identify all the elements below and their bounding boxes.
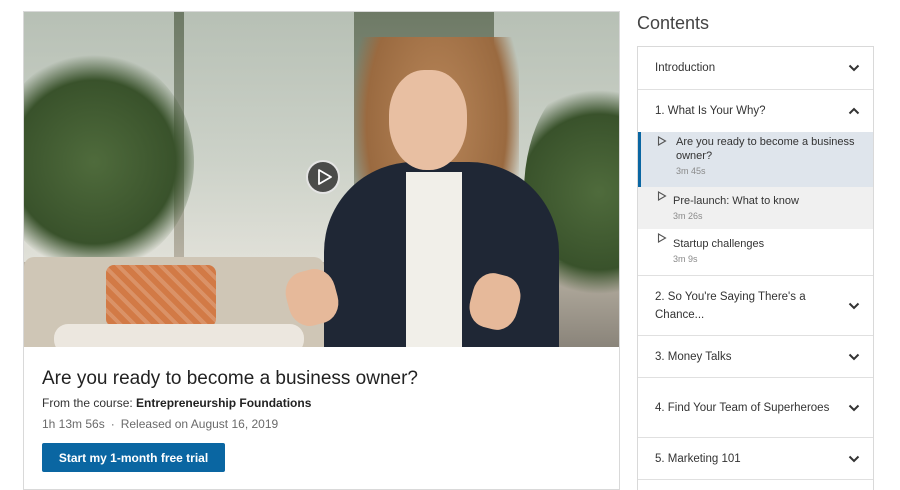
video-item-title: Pre-launch: What to know <box>673 195 799 207</box>
video-item[interactable]: Pre-launch: What to know 3m 26s <box>638 187 873 229</box>
video-title: Are you ready to become a business owner… <box>42 368 418 389</box>
chapter-1[interactable]: 1. What Is Your Why? <box>638 90 873 132</box>
video-item-title: Are you ready to become a business owner… <box>676 136 855 162</box>
chapter-label: 3. Money Talks <box>655 350 732 363</box>
chapter-label: 4. Find Your Team of Superheroes <box>655 401 830 414</box>
chevron-down-icon <box>848 455 860 462</box>
chapter-4[interactable]: 4. Find Your Team of Superheroes <box>638 378 873 438</box>
video-info: Are you ready to become a business owner… <box>42 367 602 431</box>
course-source: From the course: Entrepreneurship Founda… <box>42 396 602 410</box>
video-item-duration: 3m 26s <box>673 211 703 221</box>
chapter-label: 1. What Is Your Why? <box>655 105 766 117</box>
table-of-contents: Introduction 1. What Is Your Why? Are yo… <box>637 46 874 490</box>
meta-separator: · <box>110 417 115 431</box>
chapter-3[interactable]: 3. Money Talks <box>638 336 873 378</box>
video-player-card: Are you ready to become a business owner… <box>23 11 620 490</box>
background-table <box>54 324 304 347</box>
course-duration: 1h 13m 56s <box>42 417 105 431</box>
chevron-up-icon <box>848 107 860 115</box>
chevron-down-icon <box>848 353 860 360</box>
course-meta: 1h 13m 56s · Released on August 16, 2019 <box>42 417 602 431</box>
video-item-duration: 3m 45s <box>676 166 706 176</box>
chevron-down-icon <box>848 404 860 411</box>
chapter-label: 5. Marketing 101 <box>655 452 741 465</box>
video-item-active[interactable]: Are you ready to become a business owner… <box>638 132 873 187</box>
from-prefix: From the course: <box>42 396 133 410</box>
course-name: Entrepreneurship Foundations <box>136 396 312 410</box>
video-item-title: Startup challenges <box>673 238 765 250</box>
release-date: Released on August 16, 2019 <box>120 417 279 431</box>
play-outline-icon <box>657 233 667 243</box>
play-outline-icon <box>657 136 667 146</box>
chevron-down-icon <box>848 302 860 309</box>
chapter-5[interactable]: 5. Marketing 101 <box>638 438 873 480</box>
video-item[interactable]: Startup challenges 3m 9s <box>638 229 873 276</box>
presenter-shirt <box>406 172 462 347</box>
video-player[interactable] <box>24 12 619 347</box>
chapter-introduction[interactable]: Introduction <box>638 47 873 90</box>
start-free-trial-button[interactable]: Start my 1-month free trial <box>42 443 225 472</box>
background-pillow <box>106 265 216 327</box>
chapter-label: Introduction <box>655 62 716 74</box>
play-outline-icon <box>657 191 667 201</box>
chapter-2[interactable]: 2. So You're Saying There's a Chance... <box>638 276 873 336</box>
presenter-face <box>389 70 467 170</box>
chapter-label: 2. So You're Saying There's a Chance... <box>655 290 806 321</box>
video-item-duration: 3m 9s <box>673 254 698 264</box>
play-button[interactable] <box>306 160 340 194</box>
play-icon <box>317 169 332 185</box>
chevron-down-icon <box>848 64 860 72</box>
contents-heading: Contents <box>637 13 710 33</box>
